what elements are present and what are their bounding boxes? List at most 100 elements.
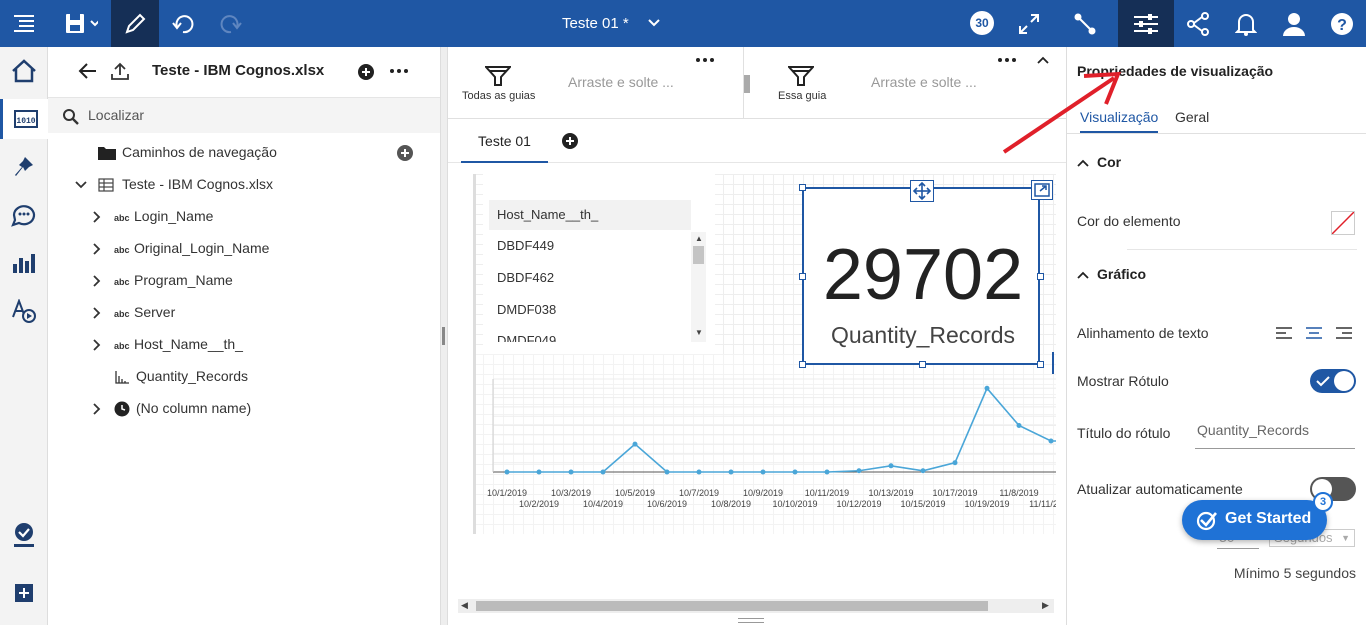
- list-scrollbar[interactable]: ▲ ▼: [691, 232, 706, 342]
- label-title-input[interactable]: Quantity_Records: [1195, 413, 1355, 449]
- undo-icon: [172, 14, 194, 33]
- resize-handle[interactable]: [919, 361, 926, 368]
- tree-item-no-column-name[interactable]: (No column name): [92, 392, 251, 424]
- add-navigation-path-button[interactable]: [397, 145, 413, 164]
- scrollbar-thumb[interactable]: [476, 601, 988, 611]
- canvas-horizontal-scrollbar[interactable]: ◀ ▶: [458, 599, 1054, 613]
- back-button[interactable]: [78, 62, 98, 83]
- assistant-nav[interactable]: [0, 195, 48, 235]
- navigation-menu-button[interactable]: [0, 0, 48, 47]
- chat-icon: [11, 205, 36, 227]
- undo-button[interactable]: [160, 0, 206, 47]
- share-button[interactable]: [1176, 0, 1220, 47]
- tab-geral[interactable]: Geral: [1175, 109, 1209, 125]
- data-sources-nav[interactable]: 1010: [0, 99, 48, 139]
- notifications-button[interactable]: [1224, 0, 1268, 47]
- tree-item-host-name[interactable]: abc Host_Name__th_: [92, 328, 243, 360]
- data-point[interactable]: [664, 469, 670, 475]
- widgets-nav[interactable]: [0, 291, 48, 331]
- list-item-partial[interactable]: DMDF049: [497, 332, 556, 342]
- kpi-widget[interactable]: 29702 Quantity_Records: [799, 180, 1053, 368]
- tree-item-quantity-records[interactable]: Quantity_Records: [114, 360, 248, 392]
- checkmark-badge-icon: [14, 523, 34, 547]
- focus-button[interactable]: [1031, 180, 1053, 200]
- connect-icon: [1074, 13, 1096, 34]
- align-center-icon[interactable]: [1305, 326, 1323, 340]
- notification-count-badge[interactable]: 30: [970, 11, 994, 35]
- list-item[interactable]: DBDF462: [497, 270, 554, 285]
- resize-handle[interactable]: [799, 273, 806, 280]
- tree-item-login-name[interactable]: abc Login_Name: [92, 200, 213, 232]
- tree-item-server[interactable]: abc Server: [92, 296, 175, 328]
- add-source-button[interactable]: [358, 64, 374, 83]
- redo-icon: [220, 14, 242, 33]
- align-right-icon[interactable]: [1335, 326, 1353, 340]
- panel-resize-handle[interactable]: [440, 47, 448, 625]
- data-point[interactable]: [984, 385, 990, 391]
- edit-mode-button[interactable]: [111, 0, 159, 47]
- move-handle[interactable]: [910, 180, 934, 202]
- line-chart[interactable]: 10/1/201910/2/201910/3/201910/4/201910/5…: [485, 374, 1056, 514]
- fullscreen-button[interactable]: [1006, 0, 1052, 47]
- list-widget[interactable]: Host_Name__th_ DBDF449 DBDF462 DMDF038 D…: [483, 174, 715, 354]
- search-field[interactable]: Localizar: [48, 97, 440, 133]
- new-nav[interactable]: [0, 573, 48, 613]
- visualizations-nav[interactable]: [0, 243, 48, 283]
- help-button[interactable]: ?: [1320, 0, 1364, 47]
- properties-button[interactable]: [1118, 0, 1174, 47]
- redo-button[interactable]: [208, 0, 254, 47]
- data-point[interactable]: [952, 460, 958, 466]
- source-more-button[interactable]: [390, 63, 408, 82]
- data-point[interactable]: [792, 469, 798, 475]
- list-item[interactable]: DMDF038: [497, 302, 556, 317]
- data-point[interactable]: [824, 469, 830, 475]
- tree-item-navigation-paths[interactable]: Caminhos de navegação: [98, 136, 277, 168]
- tree-item-table[interactable]: Teste - IBM Cognos.xlsx: [74, 168, 273, 200]
- all-tabs-filter-dock[interactable]: Todas as guias Arraste e solte ...: [448, 47, 744, 119]
- show-label-toggle[interactable]: [1310, 369, 1356, 393]
- home-nav[interactable]: [0, 51, 48, 91]
- data-point[interactable]: [536, 469, 542, 475]
- data-point[interactable]: [600, 469, 606, 475]
- x-tick-label: 10/3/2019: [551, 488, 591, 498]
- validation-nav[interactable]: [0, 515, 48, 555]
- bottom-resize-handle[interactable]: [738, 618, 764, 623]
- pins-nav[interactable]: [0, 147, 48, 187]
- resize-handle[interactable]: [1037, 361, 1044, 368]
- tree-item-original-login-name[interactable]: abc Original_Login_Name: [92, 232, 269, 264]
- data-point[interactable]: [888, 463, 894, 469]
- data-point[interactable]: [568, 469, 574, 475]
- resize-handle[interactable]: [799, 184, 806, 191]
- data-point[interactable]: [696, 469, 702, 475]
- data-point[interactable]: [1016, 423, 1022, 428]
- relationships-button[interactable]: [1062, 0, 1108, 47]
- align-left-icon[interactable]: [1275, 326, 1293, 340]
- data-point[interactable]: [504, 469, 510, 475]
- user-profile-button[interactable]: [1272, 0, 1316, 47]
- x-tick-label: 10/7/2019: [679, 488, 719, 498]
- data-point[interactable]: [920, 468, 926, 474]
- document-title[interactable]: Teste 01 *: [562, 0, 661, 47]
- x-tick-label: 10/15/2019: [900, 499, 945, 509]
- data-point[interactable]: [760, 469, 766, 475]
- data-point[interactable]: [856, 468, 862, 474]
- auto-refresh-label: Atualizar automaticamente: [1077, 481, 1243, 497]
- upload-button[interactable]: [110, 61, 130, 84]
- data-point[interactable]: [1048, 438, 1054, 444]
- more-icon[interactable]: [696, 57, 714, 63]
- hamburger-icon: [14, 14, 34, 32]
- element-color-picker[interactable]: [1331, 211, 1355, 235]
- get-started-label: Get Started: [1225, 510, 1312, 527]
- add-tab-button[interactable]: [562, 133, 578, 152]
- list-item[interactable]: DBDF449: [497, 238, 554, 253]
- get-started-button[interactable]: Get Started: [1182, 500, 1327, 540]
- data-point[interactable]: [728, 469, 734, 475]
- data-point[interactable]: [632, 441, 638, 447]
- section-grafico[interactable]: Gráfico: [1077, 266, 1146, 282]
- resize-handle[interactable]: [1037, 273, 1044, 280]
- save-button[interactable]: [58, 0, 104, 47]
- tab-teste-01[interactable]: Teste 01: [461, 133, 548, 163]
- tree-item-program-name[interactable]: abc Program_Name: [92, 264, 233, 296]
- label-title-label: Título do rótulo: [1077, 425, 1171, 441]
- resize-handle[interactable]: [799, 361, 806, 368]
